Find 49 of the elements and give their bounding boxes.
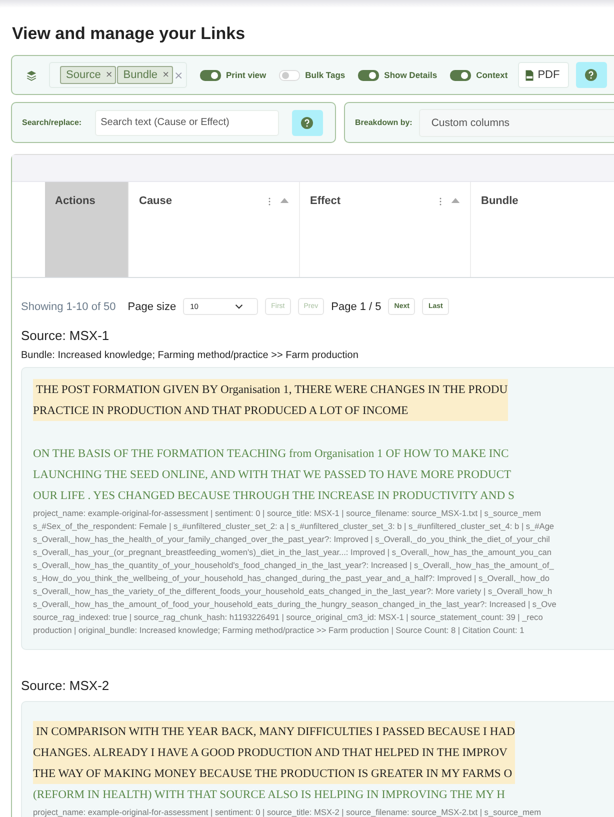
toggle-switch[interactable] <box>450 70 472 80</box>
remove-tag-button[interactable]: × <box>162 69 169 81</box>
pdf-button[interactable]: PDF <box>518 62 569 88</box>
source-heading: Source: MSX-2 <box>21 678 110 693</box>
toggle-switch[interactable] <box>200 70 221 80</box>
page-title: View and manage your Links <box>12 24 246 44</box>
bundle-heading: Bundle: Increased knowledge; Farming method/practice >> Farm production <box>21 350 360 361</box>
toggle-label: Print view <box>226 70 266 80</box>
highlighted-quote: IN COMPARISON WITH THE YEAR BACK, MANY DIFFICULTIES I PASSED BECAUSE I HAD CHANGES. ALREADY I HAVE A GOOD PRODUCTION AND THAT HELPED IN THE IMPROV THE WAY OF MAKING MONEY BECAUSE THE PRODUCTION IS GREATER IN MY FARMS O <box>33 721 515 784</box>
column-menu-icon[interactable] <box>439 197 442 206</box>
toggle-label: Context <box>476 70 508 80</box>
sort-up-icon[interactable] <box>280 198 289 203</box>
search-field[interactable]: Search text (Cause or Effect) <box>94 110 279 136</box>
results-summary: Showing 1-10 of 50 <box>21 300 116 312</box>
toggle-label: Show Details <box>384 70 438 80</box>
sort-up-icon[interactable] <box>451 198 460 203</box>
help-icon <box>301 116 314 128</box>
column-header[interactable]: Cause <box>129 182 300 277</box>
pdf-file-icon <box>524 70 534 80</box>
metadata-text: project_name: example-original-for-assessment | sentiment: 0 | source_title: MSX-1 | source_filename: source_MSX-1.txt | s_source_mem s_#Sex_of_the_respondent: Female | s_#unfiltered_cluster_set_2: a | s_#unfiltered_cluster_set_3: b | s_#unfiltered_cluster_set_4: b | s_#Age s_Overall,_how_has_the_health_of_your_family_changed_over_the_past_year?: Improved | s_Overall,_do_you_think_the_diet_of_your_chil s_Overall,_has_your_(or_pregnant_breastfeeding_women's)_diet_in_the_last_year...: Improved | s_Overall,_how_has_the_amount_you_can s_Overall,_how_has_the_quantity_of_your_household's_food_changed_in_the_last_year?: Increased | s_Overall,_how_has_the_amount_of_ s_How_do_you_think_the_wellbeing_of_your_household_has_changed_during_the_past_year_and_a_half?: Improved | s_Overall,_how_do s_Overall,_how_has_the_variety_of_the_different_foods_your_household_eats_changed_in_the_last_year?: More variety | s_Overall_how_h s_Overall,_how_has_the_amount_of_food_your_household_eats_during_the_hungry_season_changed_in_the_last_year?: Increased | s_Ove source_rag_indexed: true | source_rag_chunk_hash: h1193226491 | source_original_cm3_id: MSX-1 | source_statement_count: 39 | _reco production | original_bundle: Increased knowledge; Farming method/practice >> Farm production | Source Count: 8 | Citation Count: 1 <box>33 507 558 637</box>
column-header[interactable]: Actions <box>45 182 129 277</box>
column-title: Effect <box>310 195 341 207</box>
column-menu-icon[interactable] <box>268 197 271 206</box>
column-header[interactable]: Bundle <box>471 182 614 277</box>
help-button[interactable] <box>292 110 323 136</box>
column-title: Cause <box>139 195 172 207</box>
page-indicator: Page 1 / 5 <box>331 300 382 312</box>
help-icon <box>585 69 598 81</box>
tag-select[interactable]: Source × Bundle × × <box>49 62 187 88</box>
column-header[interactable]: Effect <box>300 182 471 277</box>
metadata-text: project_name: example-original-for-assessment | sentiment: 0 | source_title: MSX-2 | source_filename: source_MSX-2.txt | s_source_mem <box>33 806 542 817</box>
column-title: Actions <box>55 195 96 207</box>
toggle-switch[interactable] <box>358 70 380 80</box>
tag-label: Source <box>66 69 101 81</box>
source-heading: Source: MSX-1 <box>21 328 110 343</box>
page-size-label: Page size <box>128 300 176 312</box>
context-text: ON THE BASIS OF THE FORMATION TEACHING from Organisation 1 OF HOW TO MAKE INC LAUNCHING THE SEED ONLINE, AND WITH THAT WE PASSED TO HAVE MORE PRODUCT OUR LIFE . YES CHANGED BECAUSE THROUGH THE INCREASE IN PRODUCTIVITY AND S <box>33 446 516 504</box>
breakdown-label: Breakdown by: <box>355 118 412 127</box>
column-title: Bundle <box>481 195 518 207</box>
toggle-label: Bulk Tags <box>305 70 346 80</box>
chevron-down-icon <box>235 304 244 309</box>
context-text: (REFORM IN HEALTH) WITH THAT SOURCE ALSO IS HELPING IN IMPROVING THE MY H <box>33 787 506 803</box>
tag-label: Bundle <box>123 69 158 81</box>
breakdown-select[interactable]: Custom columns <box>419 108 614 136</box>
remove-tag-button[interactable]: × <box>106 69 112 81</box>
help-button[interactable] <box>576 62 607 88</box>
highlighted-quote: THE POST FORMATION GIVEN BY Organisation 1, THERE WERE CHANGES IN THE PRODU PRACTICE IN PRODUCTION AND THAT PRODUCED A LOT OF INCOME <box>33 379 508 421</box>
search-label: Search/replace: <box>22 118 82 127</box>
layers-icon[interactable] <box>26 70 37 80</box>
